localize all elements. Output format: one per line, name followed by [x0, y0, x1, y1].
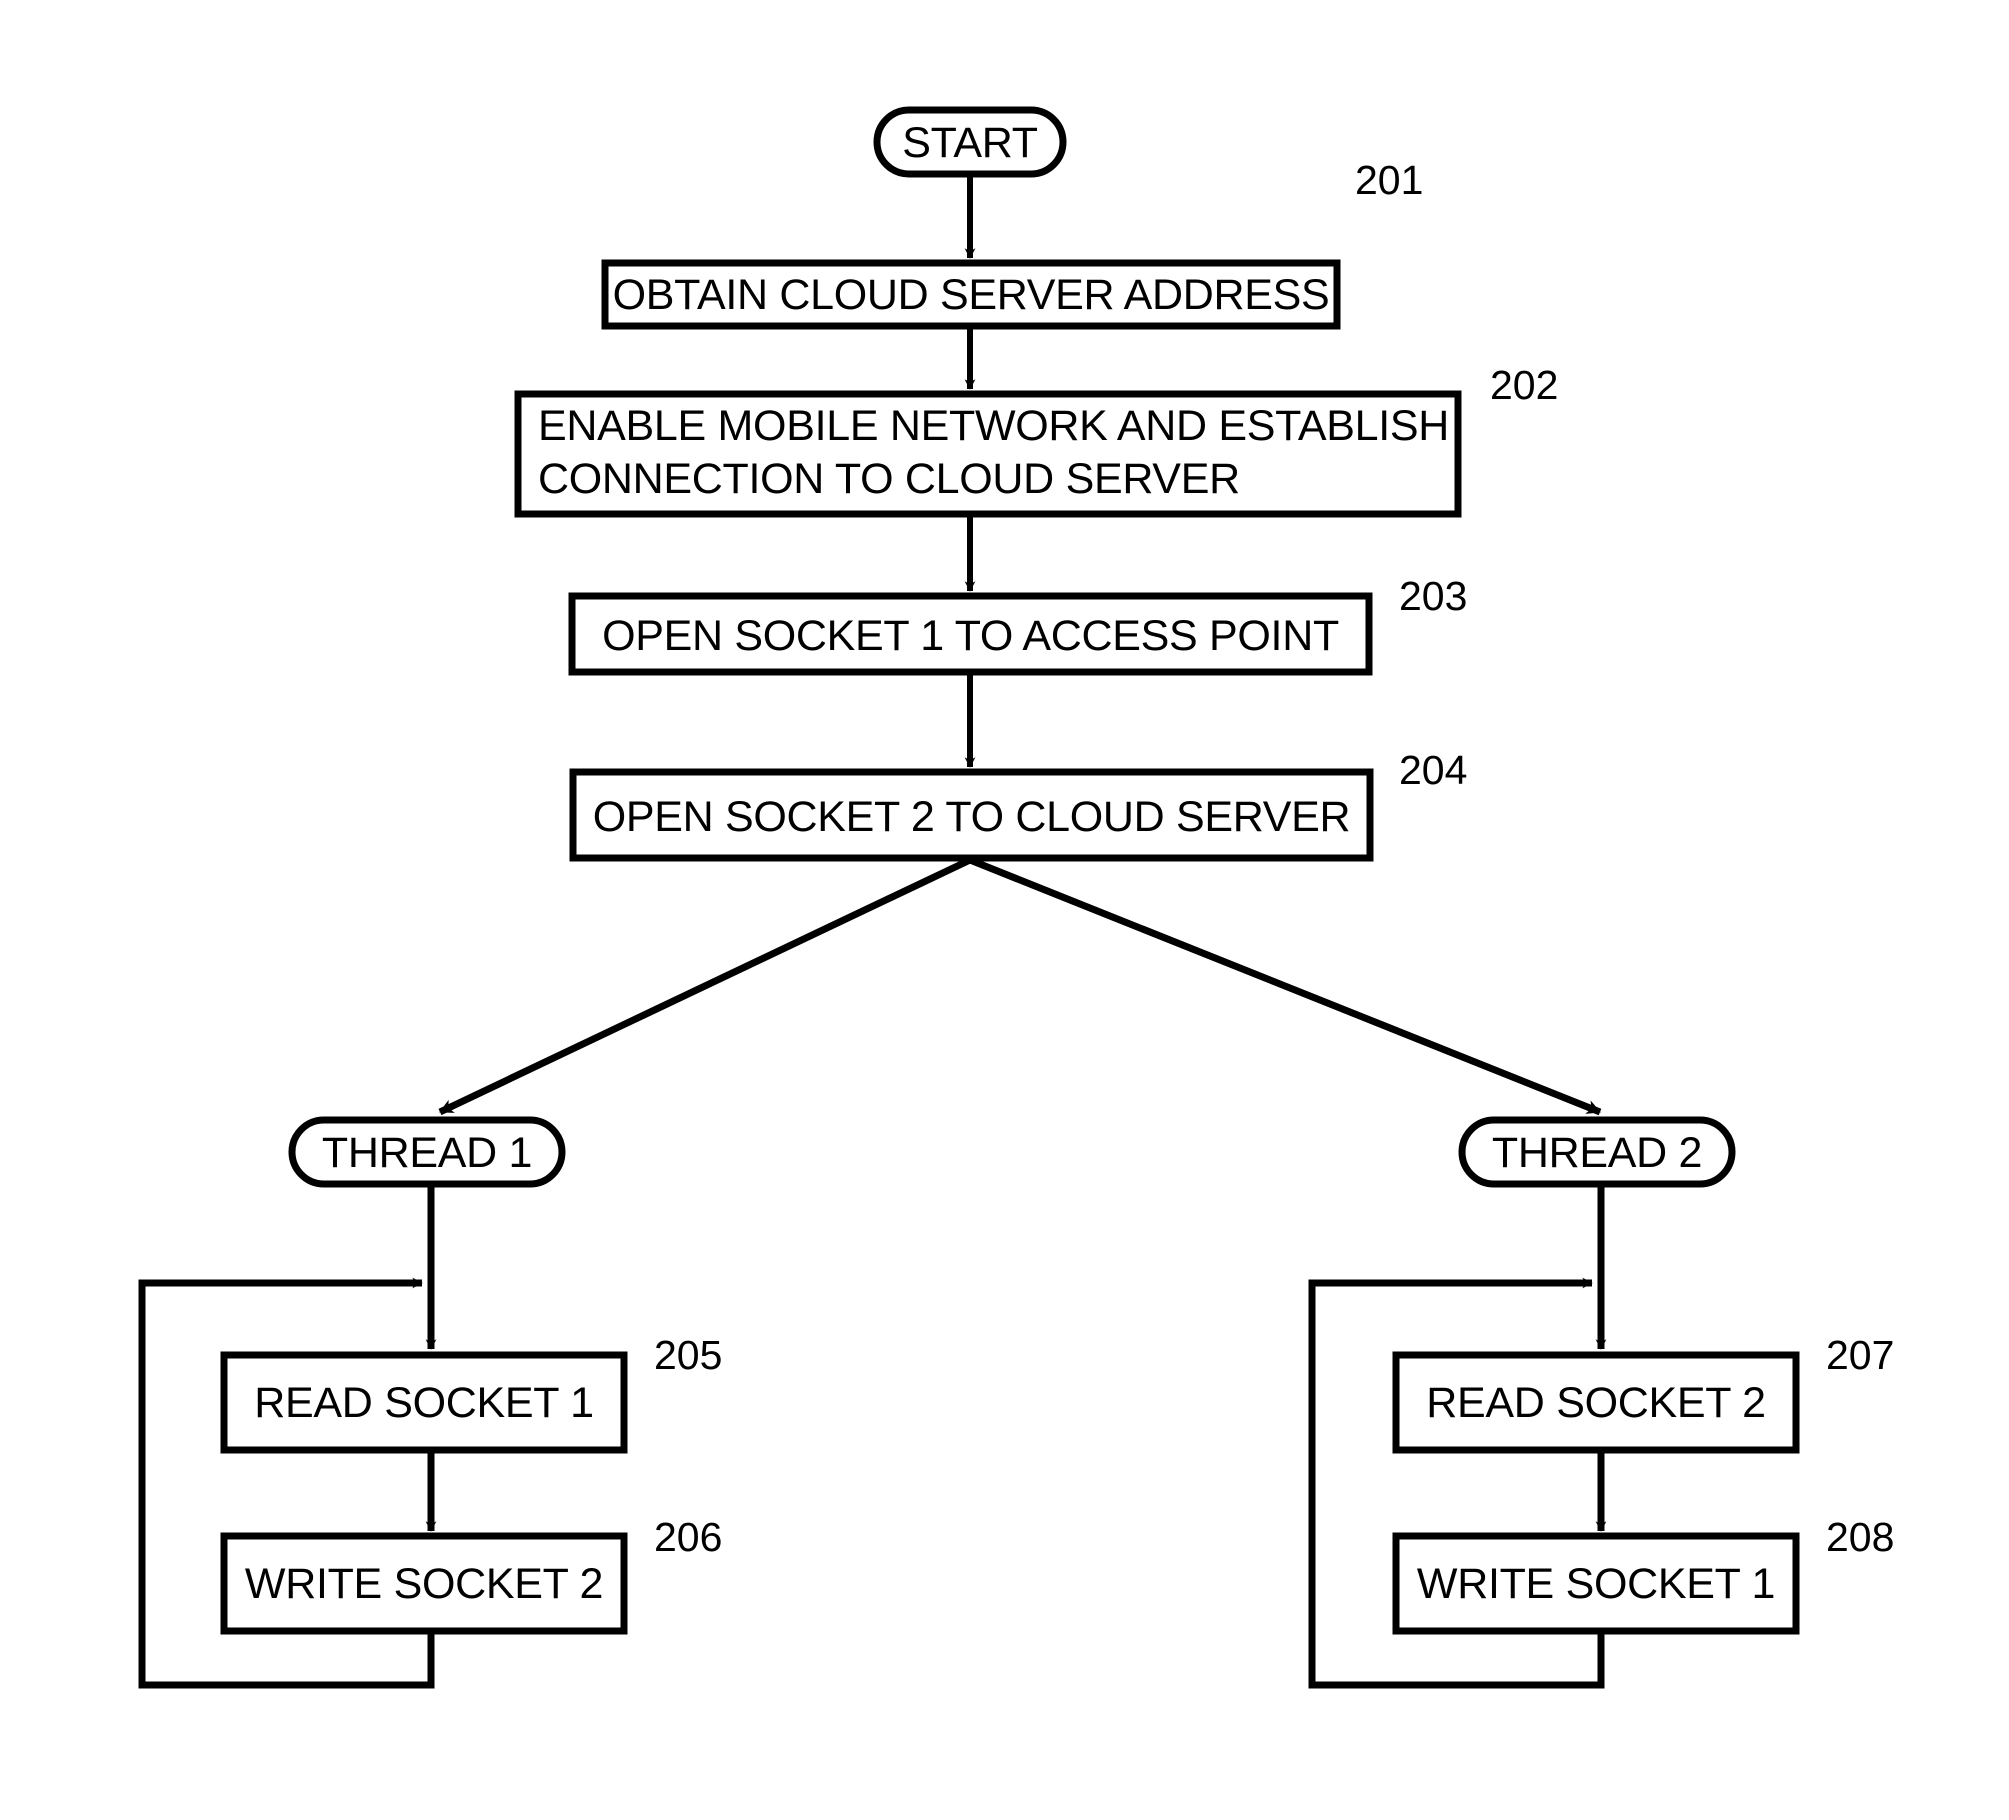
reference-numeral-205: 205: [654, 1332, 723, 1378]
thread1-node-shape: [288, 1116, 566, 1188]
reference-numeral-207: 207: [1826, 1332, 1895, 1378]
node-201-shape: [601, 259, 1341, 330]
node-204-shape: [569, 768, 1374, 862]
reference-numeral-204: 204: [1399, 747, 1468, 793]
connector-204-to-thread1: [438, 856, 972, 1116]
reference-numeral-208: 208: [1826, 1514, 1895, 1560]
node-203-shape: [568, 592, 1373, 676]
node-202-shape: [514, 390, 1462, 518]
reference-numeral-201: 201: [1355, 157, 1424, 203]
reference-numeral-203: 203: [1399, 573, 1468, 619]
flowchart-canvas: [138, 106, 1800, 1689]
flowchart-page: START OBTAIN CLOUD SERVER ADDRESS ENABLE…: [0, 0, 2009, 1820]
connector-204-to-thread2: [968, 856, 1602, 1116]
reference-numeral-206: 206: [654, 1514, 723, 1560]
node-208-shape: [1392, 1532, 1800, 1635]
node-206-shape: [220, 1532, 628, 1635]
start-node-shape: [873, 106, 1067, 178]
reference-numeral-202: 202: [1490, 362, 1559, 408]
thread2-node-shape: [1458, 1116, 1736, 1188]
node-207-shape: [1392, 1351, 1800, 1454]
node-205-shape: [220, 1351, 628, 1454]
